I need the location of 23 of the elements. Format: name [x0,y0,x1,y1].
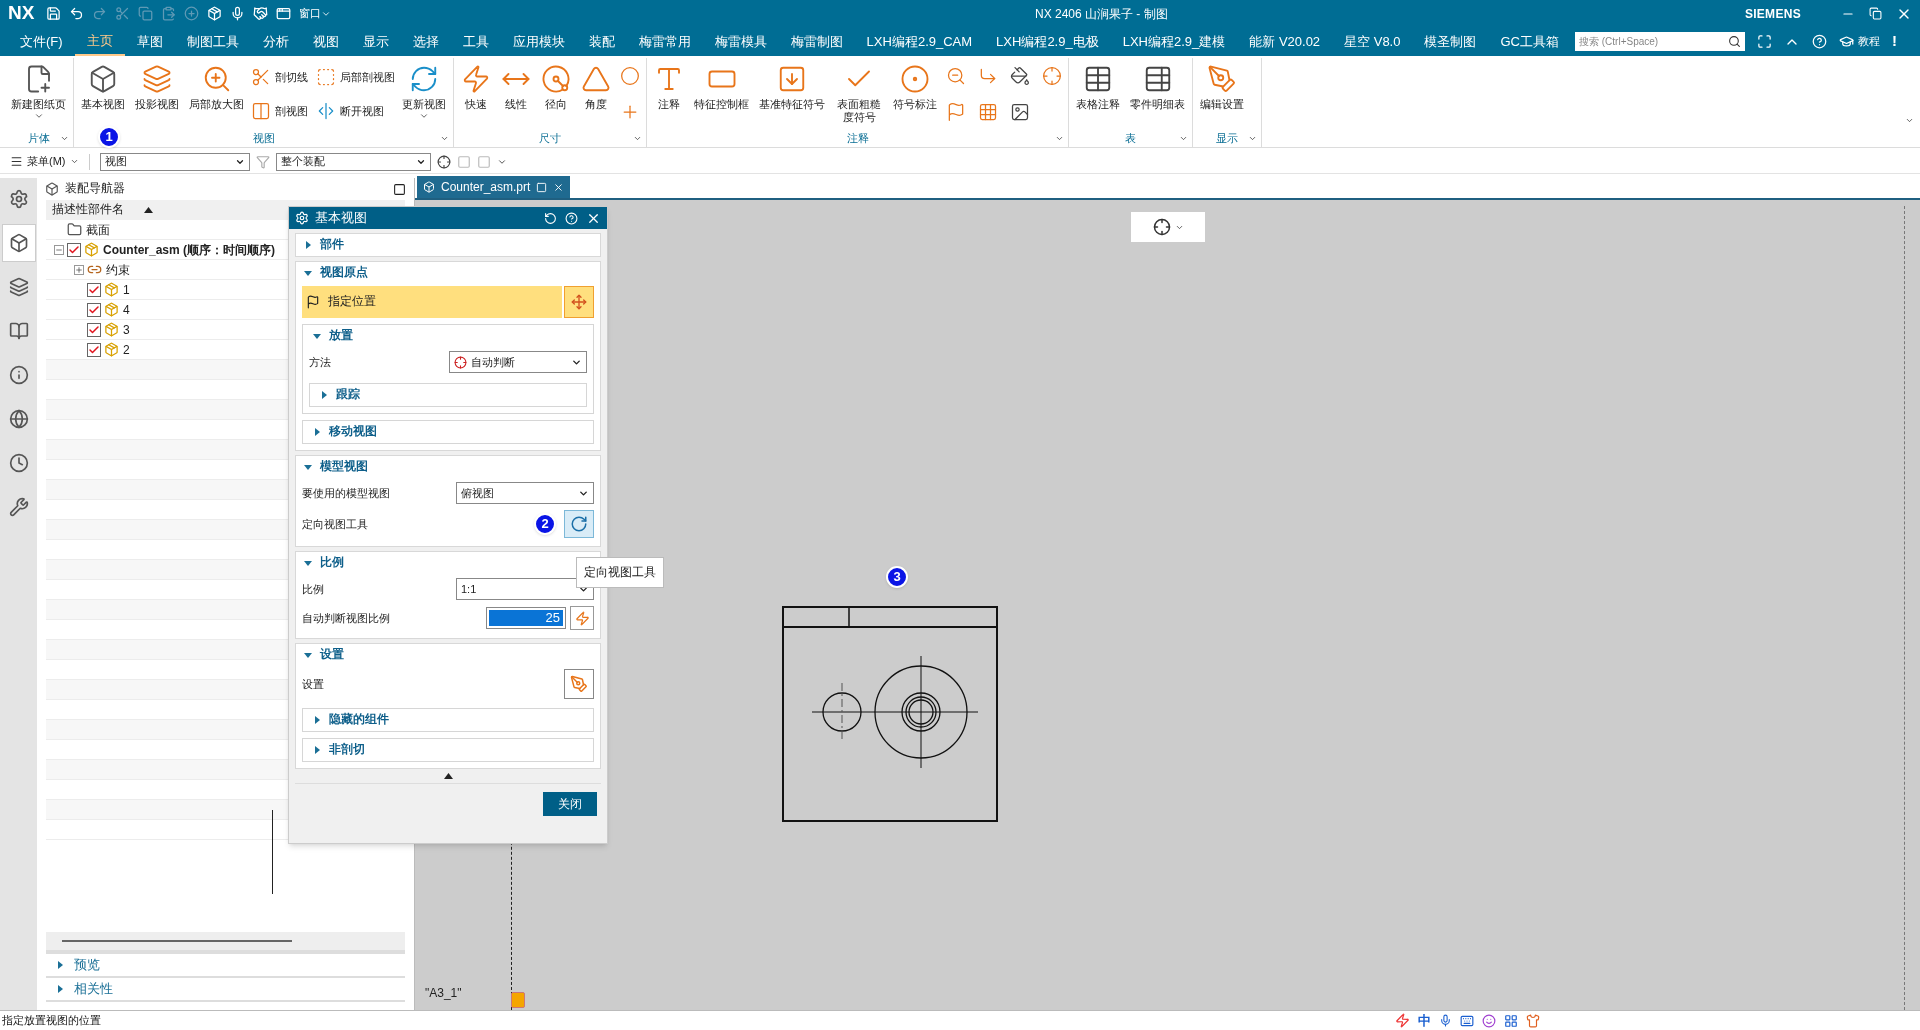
ribbon-group-label: 显示 [1216,130,1238,146]
ribbon-group-label: 尺寸 [539,130,561,146]
tooltip: 定向视图工具 [576,557,664,588]
field-label: 比例 [302,581,324,597]
status-message: 指定放置视图的位置 [2,1013,101,1029]
ribbon-group-label: 片体 [27,130,50,146]
field-label: 定向视图工具 [302,516,368,532]
callout-marker: 3 [886,566,908,588]
field-label: 方法 [309,354,331,370]
ribbon-group-label: 表 [1125,130,1136,146]
field-label: 设置 [302,676,324,692]
brand-label: SIEMENS [1744,5,1801,23]
app-logo: NX [8,1,35,26]
callout-marker: 1 [98,126,120,148]
field-label: 要使用的模型视图 [302,485,390,501]
callout-marker: 2 [534,513,556,535]
panel-title: 装配导航器 [65,181,125,197]
field-label: 自动判断视图比例 [302,610,390,626]
sheet-label: "A3_1" [425,985,462,1002]
window-title: NX 2406 山涧果子 - 制图 [1035,5,1168,23]
dialog-title: 基本视图 [315,209,367,227]
ribbon-group-label: 视图 [252,130,275,146]
ribbon-group-label: 注释 [846,130,869,146]
